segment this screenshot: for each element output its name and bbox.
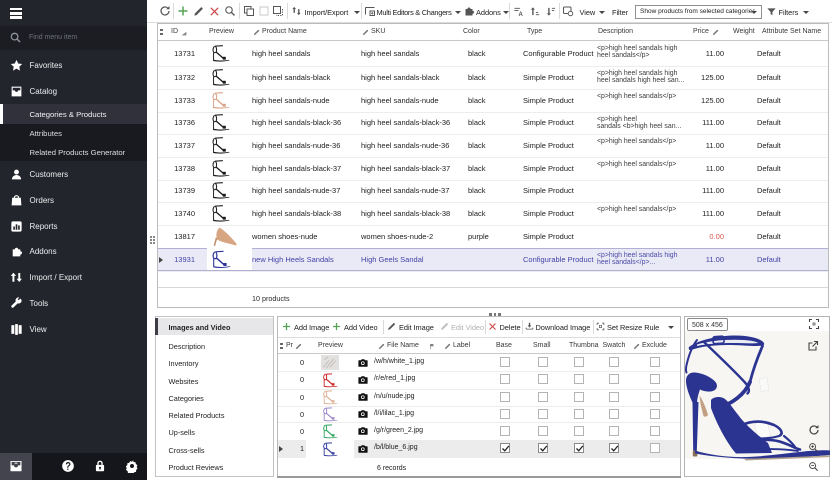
svg-text:A: A	[519, 12, 524, 17]
